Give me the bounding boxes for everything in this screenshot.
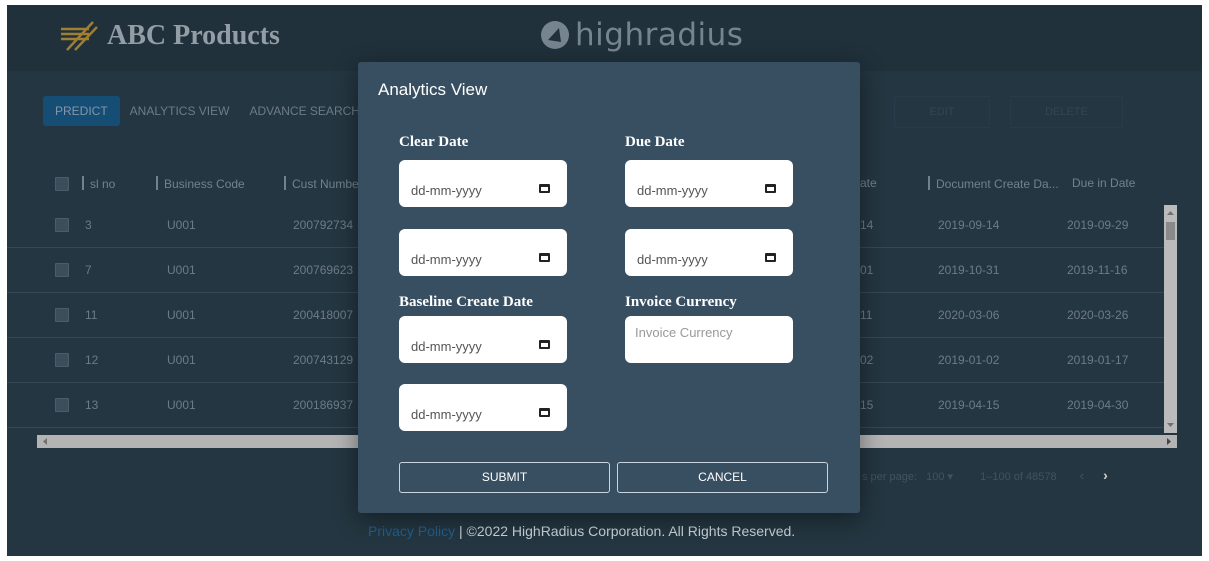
baseline-date-to-input[interactable]: dd-mm-yyyy: [399, 384, 567, 431]
footer: Privacy Policy | ©2022 HighRadius Corpor…: [368, 523, 795, 539]
analytics-view-dialog: Analytics View Clear Date Due Date dd-mm…: [358, 62, 860, 513]
baseline-create-date-label: Baseline Create Date: [399, 294, 533, 310]
clear-date-from-input[interactable]: dd-mm-yyyy: [399, 160, 567, 207]
calendar-icon[interactable]: [765, 253, 776, 262]
submit-button[interactable]: SUBMIT: [399, 462, 610, 493]
calendar-icon[interactable]: [765, 184, 776, 193]
invoice-currency-label: Invoice Currency: [625, 294, 737, 310]
calendar-icon[interactable]: [539, 408, 550, 417]
due-date-from-input[interactable]: dd-mm-yyyy: [625, 160, 793, 207]
calendar-icon[interactable]: [539, 340, 550, 349]
dialog-title: Analytics View: [378, 80, 488, 99]
baseline-date-from-input[interactable]: dd-mm-yyyy: [399, 316, 567, 363]
calendar-icon[interactable]: [539, 184, 550, 193]
privacy-policy-link[interactable]: Privacy Policy: [368, 523, 455, 539]
invoice-currency-input[interactable]: [625, 316, 793, 363]
due-date-to-input[interactable]: dd-mm-yyyy: [625, 229, 793, 276]
copyright-text: | ©2022 HighRadius Corporation. All Righ…: [455, 523, 796, 539]
cancel-button[interactable]: CANCEL: [617, 462, 828, 493]
clear-date-to-input[interactable]: dd-mm-yyyy: [399, 229, 567, 276]
due-date-label: Due Date: [625, 134, 685, 150]
calendar-icon[interactable]: [539, 253, 550, 262]
clear-date-label: Clear Date: [399, 134, 469, 150]
